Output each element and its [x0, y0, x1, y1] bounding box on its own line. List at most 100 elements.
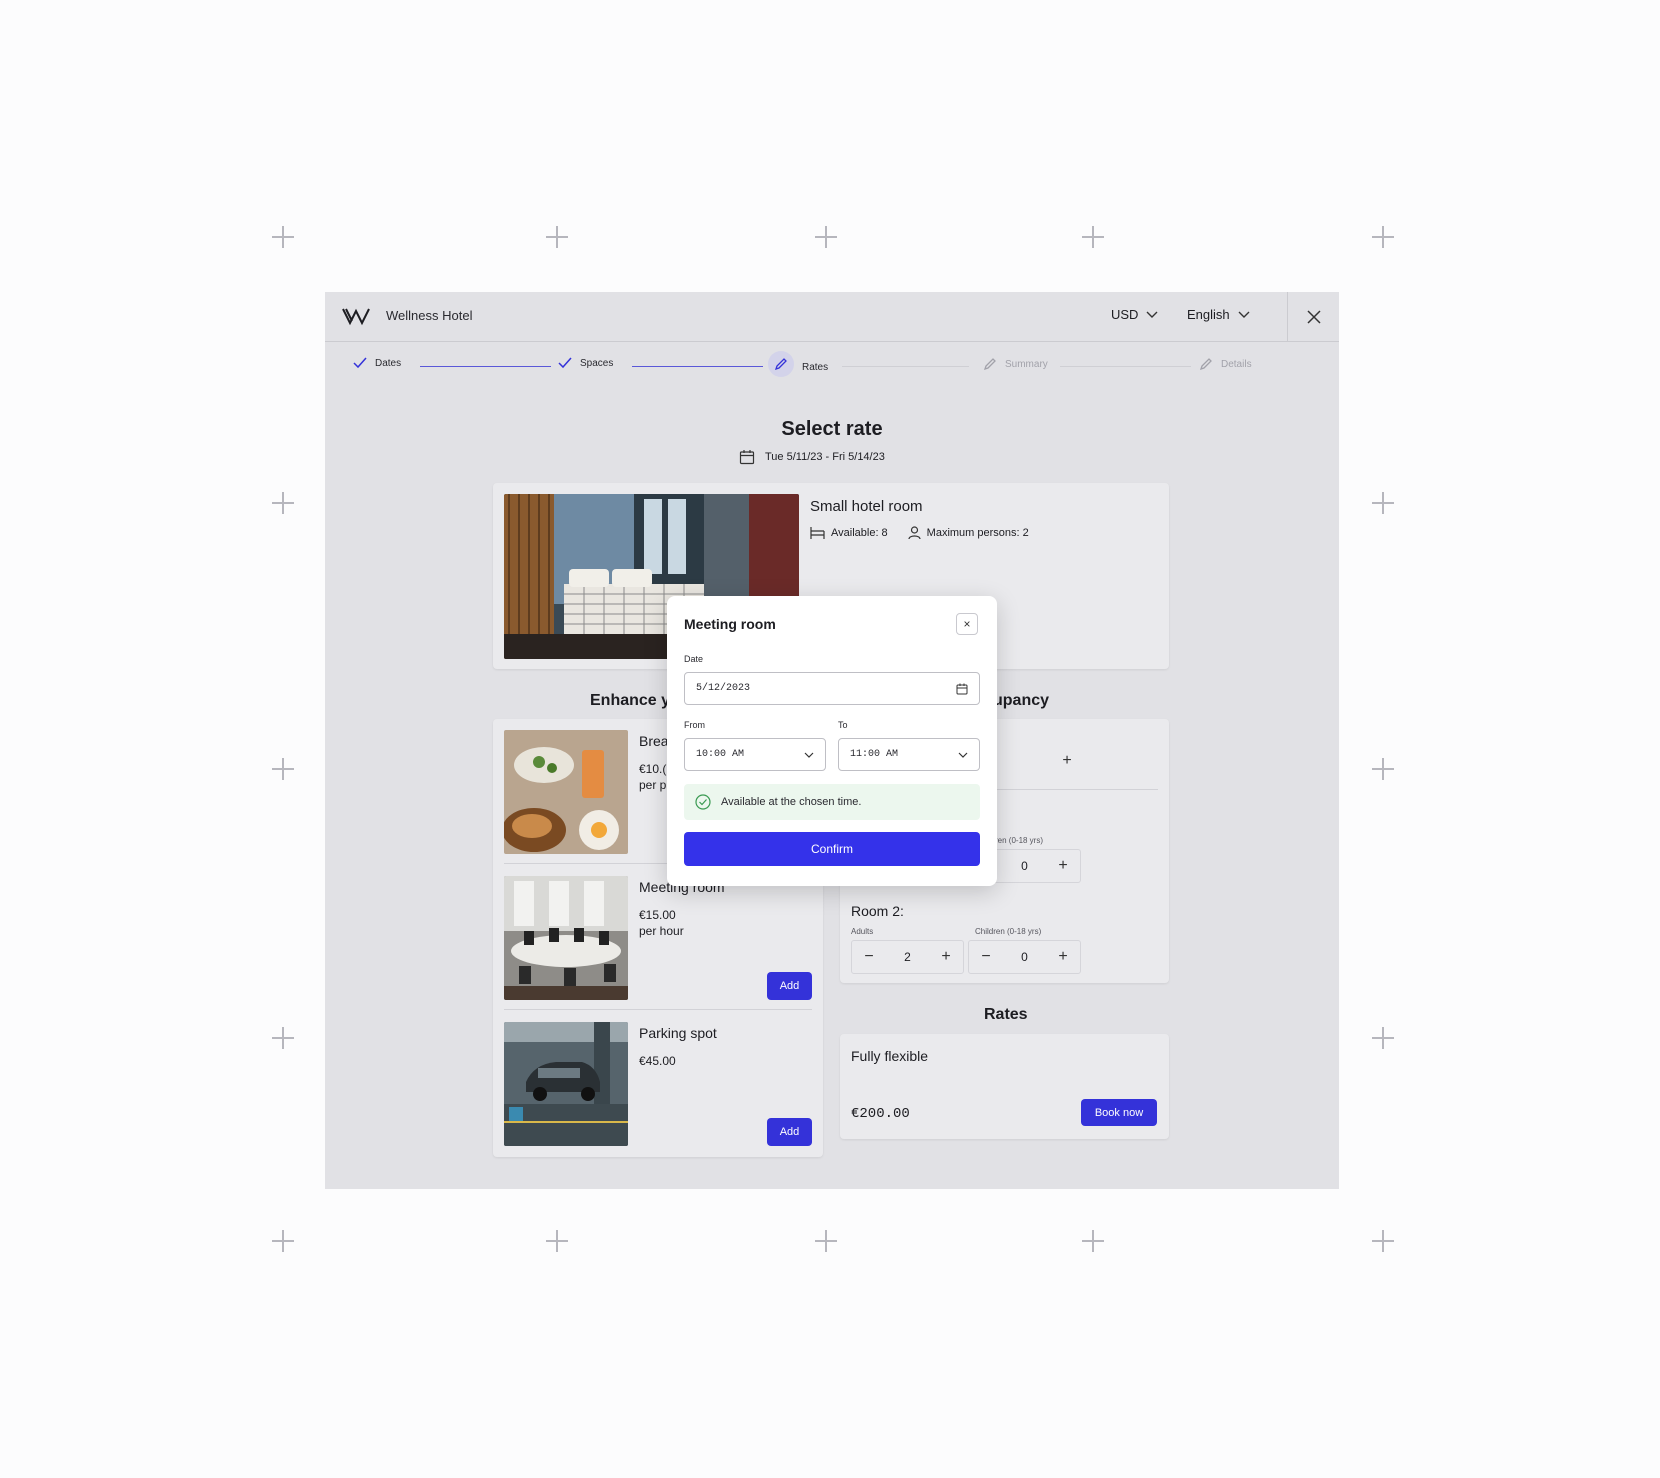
- divider: [1287, 292, 1288, 342]
- room-meta: Available: 8 Maximum persons: 2: [810, 526, 1029, 540]
- chevron-down-icon: [958, 752, 968, 758]
- date-range: Tue 5/11/23 - Fri 5/14/23: [739, 449, 885, 465]
- language-select[interactable]: English: [1187, 307, 1250, 322]
- pencil-icon: [1199, 358, 1212, 371]
- to-value: 11:00 AM: [850, 749, 899, 760]
- max-persons-text: Maximum persons: 2: [926, 527, 1029, 539]
- step-rates[interactable]: Rates: [768, 351, 828, 377]
- chevron-down-icon: [1146, 311, 1158, 318]
- minus-icon[interactable]: −: [979, 948, 993, 966]
- decorative-plus-icon: [1372, 492, 1394, 514]
- extra-price: €45.00: [639, 1054, 676, 1068]
- book-now-button[interactable]: Book now: [1081, 1099, 1157, 1126]
- date-value: 5/12/2023: [696, 683, 751, 694]
- chevron-down-icon: [804, 752, 814, 758]
- plus-icon[interactable]: +: [1056, 857, 1070, 875]
- decorative-plus-icon: [815, 226, 837, 248]
- booking-stepper: Dates Spaces Rates Summary Details: [325, 343, 1339, 388]
- decorative-plus-icon: [1372, 1027, 1394, 1049]
- date-field[interactable]: 5/12/2023: [684, 672, 980, 705]
- from-value: 10:00 AM: [696, 749, 745, 760]
- step-spaces[interactable]: Spaces: [558, 357, 613, 369]
- currency-select[interactable]: USD: [1111, 307, 1158, 322]
- rate-name: Fully flexible: [851, 1048, 929, 1064]
- hotel-name: Wellness Hotel: [386, 308, 473, 323]
- extra-unit: per hour: [639, 924, 684, 938]
- availability: Available: 8: [810, 526, 888, 540]
- person-icon: [908, 526, 921, 540]
- to-time-select[interactable]: 11:00 AM: [838, 738, 980, 771]
- room2-title: Room 2:: [851, 903, 904, 919]
- step-connector: [1060, 366, 1191, 367]
- from-time-select[interactable]: 10:00 AM: [684, 738, 826, 771]
- dialog-title: Meeting room: [684, 616, 776, 632]
- step-label: Dates: [375, 357, 402, 369]
- pencil-icon: [774, 358, 787, 371]
- availability-text: Available: 8: [831, 527, 888, 539]
- availability-message: Available at the chosen time.: [721, 796, 862, 808]
- step-dates[interactable]: Dates: [353, 357, 401, 369]
- step-details[interactable]: Details: [1199, 357, 1252, 371]
- plus-icon[interactable]: +: [939, 948, 953, 966]
- decorative-plus-icon: [272, 1027, 294, 1049]
- children-label: ren (0-18 yrs): [995, 836, 1044, 845]
- add-parking-button[interactable]: Add: [767, 1118, 812, 1146]
- plus-icon[interactable]: +: [1060, 752, 1074, 770]
- to-label: To: [838, 720, 848, 730]
- max-persons: Maximum persons: 2: [908, 526, 1029, 540]
- current-step-marker: [768, 351, 794, 377]
- step-connector: [420, 366, 551, 367]
- close-icon[interactable]: ×: [956, 613, 978, 635]
- decorative-plus-icon: [546, 1230, 568, 1252]
- step-label: Spaces: [580, 357, 614, 369]
- extra-price: €15.00: [639, 908, 676, 922]
- booking-window: Wellness Hotel USD English Dates Spaces: [325, 292, 1339, 1189]
- confirm-button[interactable]: Confirm: [684, 832, 980, 866]
- decorative-plus-icon: [1082, 226, 1104, 248]
- step-connector: [842, 366, 969, 367]
- step-connector: [632, 366, 763, 367]
- list-item: Parking spot €45.00 Add: [504, 1022, 812, 1150]
- currency-value: USD: [1111, 307, 1139, 322]
- children-value: 0: [1021, 859, 1028, 873]
- plus-icon[interactable]: +: [1056, 948, 1070, 966]
- room-name: Small hotel room: [810, 498, 923, 515]
- extra-unit: per p: [639, 778, 667, 792]
- from-label: From: [684, 720, 705, 730]
- room2-adults-stepper: − 2 +: [851, 940, 964, 974]
- decorative-plus-icon: [1372, 226, 1394, 248]
- chevron-down-icon: [1238, 311, 1250, 318]
- date-label: Date: [684, 654, 704, 664]
- occupancy-heading: upancy: [993, 692, 1050, 709]
- extras-heading: Enhance y: [590, 692, 671, 709]
- minus-icon[interactable]: −: [862, 948, 876, 966]
- rates-heading: Rates: [984, 1006, 1028, 1023]
- hotel-logo-icon: [342, 308, 370, 326]
- close-icon[interactable]: [1305, 308, 1323, 326]
- pencil-icon: [983, 358, 996, 371]
- decorative-plus-icon: [272, 758, 294, 780]
- bed-icon: [810, 527, 825, 539]
- list-item: Meeting room €15.00 per hour Add: [504, 876, 812, 1004]
- step-label: Summary: [1005, 358, 1048, 370]
- date-range-text: Tue 5/11/23 - Fri 5/14/23: [765, 451, 885, 463]
- add-meeting-room-button[interactable]: Add: [767, 972, 812, 1000]
- decorative-plus-icon: [546, 226, 568, 248]
- language-value: English: [1187, 307, 1230, 322]
- meeting-room-photo: [504, 876, 628, 1000]
- check-circle-icon: [695, 794, 711, 810]
- calendar-icon: [739, 450, 755, 465]
- top-bar: Wellness Hotel USD English: [325, 292, 1339, 342]
- check-icon: [353, 357, 367, 369]
- decorative-plus-icon: [272, 492, 294, 514]
- step-summary[interactable]: Summary: [983, 357, 1048, 371]
- room2-children-stepper: − 0 +: [968, 940, 1081, 974]
- meeting-room-dialog: Meeting room × Date 5/12/2023 From 10:00…: [667, 596, 997, 886]
- decorative-plus-icon: [272, 1230, 294, 1252]
- rate-price: €200.00: [851, 1106, 910, 1122]
- step-label: Details: [1221, 358, 1252, 370]
- availability-notice: Available at the chosen time.: [684, 784, 980, 820]
- children-value: 0: [1021, 950, 1028, 964]
- extra-name: Brea: [639, 733, 669, 749]
- children-label: Children (0-18 yrs): [975, 927, 1042, 936]
